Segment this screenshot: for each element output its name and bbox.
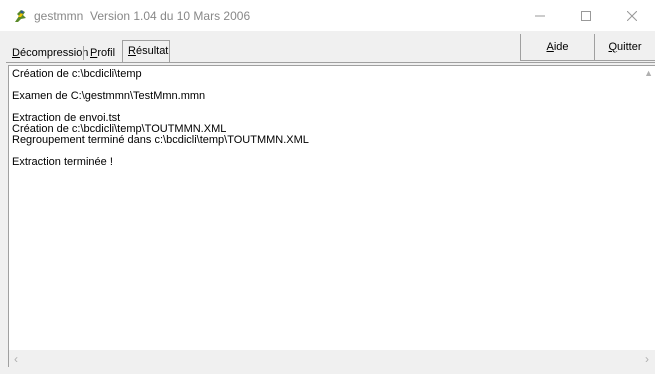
maximize-icon bbox=[581, 10, 591, 21]
result-line: Regroupement terminé dans c:\bcdicli\tem… bbox=[12, 134, 309, 146]
result-line: Création de c:\bcdicli\temp bbox=[12, 68, 142, 80]
tab-decompression[interactable]: Décompression bbox=[12, 44, 88, 62]
aide-button[interactable]: Aide bbox=[520, 34, 594, 61]
tab-decompression-label: écompression bbox=[19, 47, 89, 59]
result-line: Examen de C:\gestmmn\TestMmn.mmn bbox=[12, 90, 206, 102]
aide-label: ide bbox=[553, 41, 569, 53]
close-button[interactable] bbox=[609, 0, 655, 31]
result-line: Extraction terminée ! bbox=[12, 156, 113, 168]
quitter-label: uitter bbox=[617, 41, 642, 53]
scroll-up-arrow-icon[interactable]: ▲ bbox=[644, 68, 653, 78]
maximize-button[interactable] bbox=[563, 0, 609, 31]
quitter-accel: Q bbox=[608, 41, 618, 53]
scroll-right-arrow-icon[interactable]: › bbox=[645, 352, 649, 366]
minimize-icon bbox=[535, 15, 545, 16]
tab-resultat[interactable]: Résultat bbox=[128, 42, 168, 60]
tab-profil[interactable]: Profil bbox=[90, 44, 115, 62]
window-title: gestmmn Version 1.04 du 10 Mars 2006 bbox=[34, 9, 251, 23]
aide-accel: A bbox=[546, 41, 554, 53]
quitter-button[interactable]: Quitter bbox=[594, 34, 655, 61]
title-bar[interactable]: gestmmn Version 1.04 du 10 Mars 2006 bbox=[0, 0, 655, 31]
close-icon bbox=[627, 10, 637, 21]
minimize-button[interactable] bbox=[517, 0, 563, 31]
window-bottom-edge bbox=[0, 367, 655, 374]
scroll-left-arrow-icon[interactable]: ‹ bbox=[14, 352, 18, 366]
tab-decompression-accel: D bbox=[12, 47, 20, 59]
tab-resultat-label: ésultat bbox=[135, 45, 169, 57]
tab-separator bbox=[83, 46, 84, 60]
result-lines: Création de c:\bcdicli\temp Examen de C:… bbox=[12, 69, 309, 168]
tab-resultat-accel: R bbox=[128, 45, 136, 57]
gestmmn-app-icon bbox=[15, 10, 26, 22]
horizontal-scrollbar[interactable]: ‹ › bbox=[9, 350, 655, 367]
tab-underline bbox=[6, 62, 655, 63]
tab-profil-label: rofil bbox=[97, 47, 116, 59]
result-textarea[interactable]: Création de c:\bcdicli\temp Examen de C:… bbox=[8, 65, 655, 367]
app-window: gestmmn Version 1.04 du 10 Mars 2006 Déc… bbox=[0, 0, 655, 374]
